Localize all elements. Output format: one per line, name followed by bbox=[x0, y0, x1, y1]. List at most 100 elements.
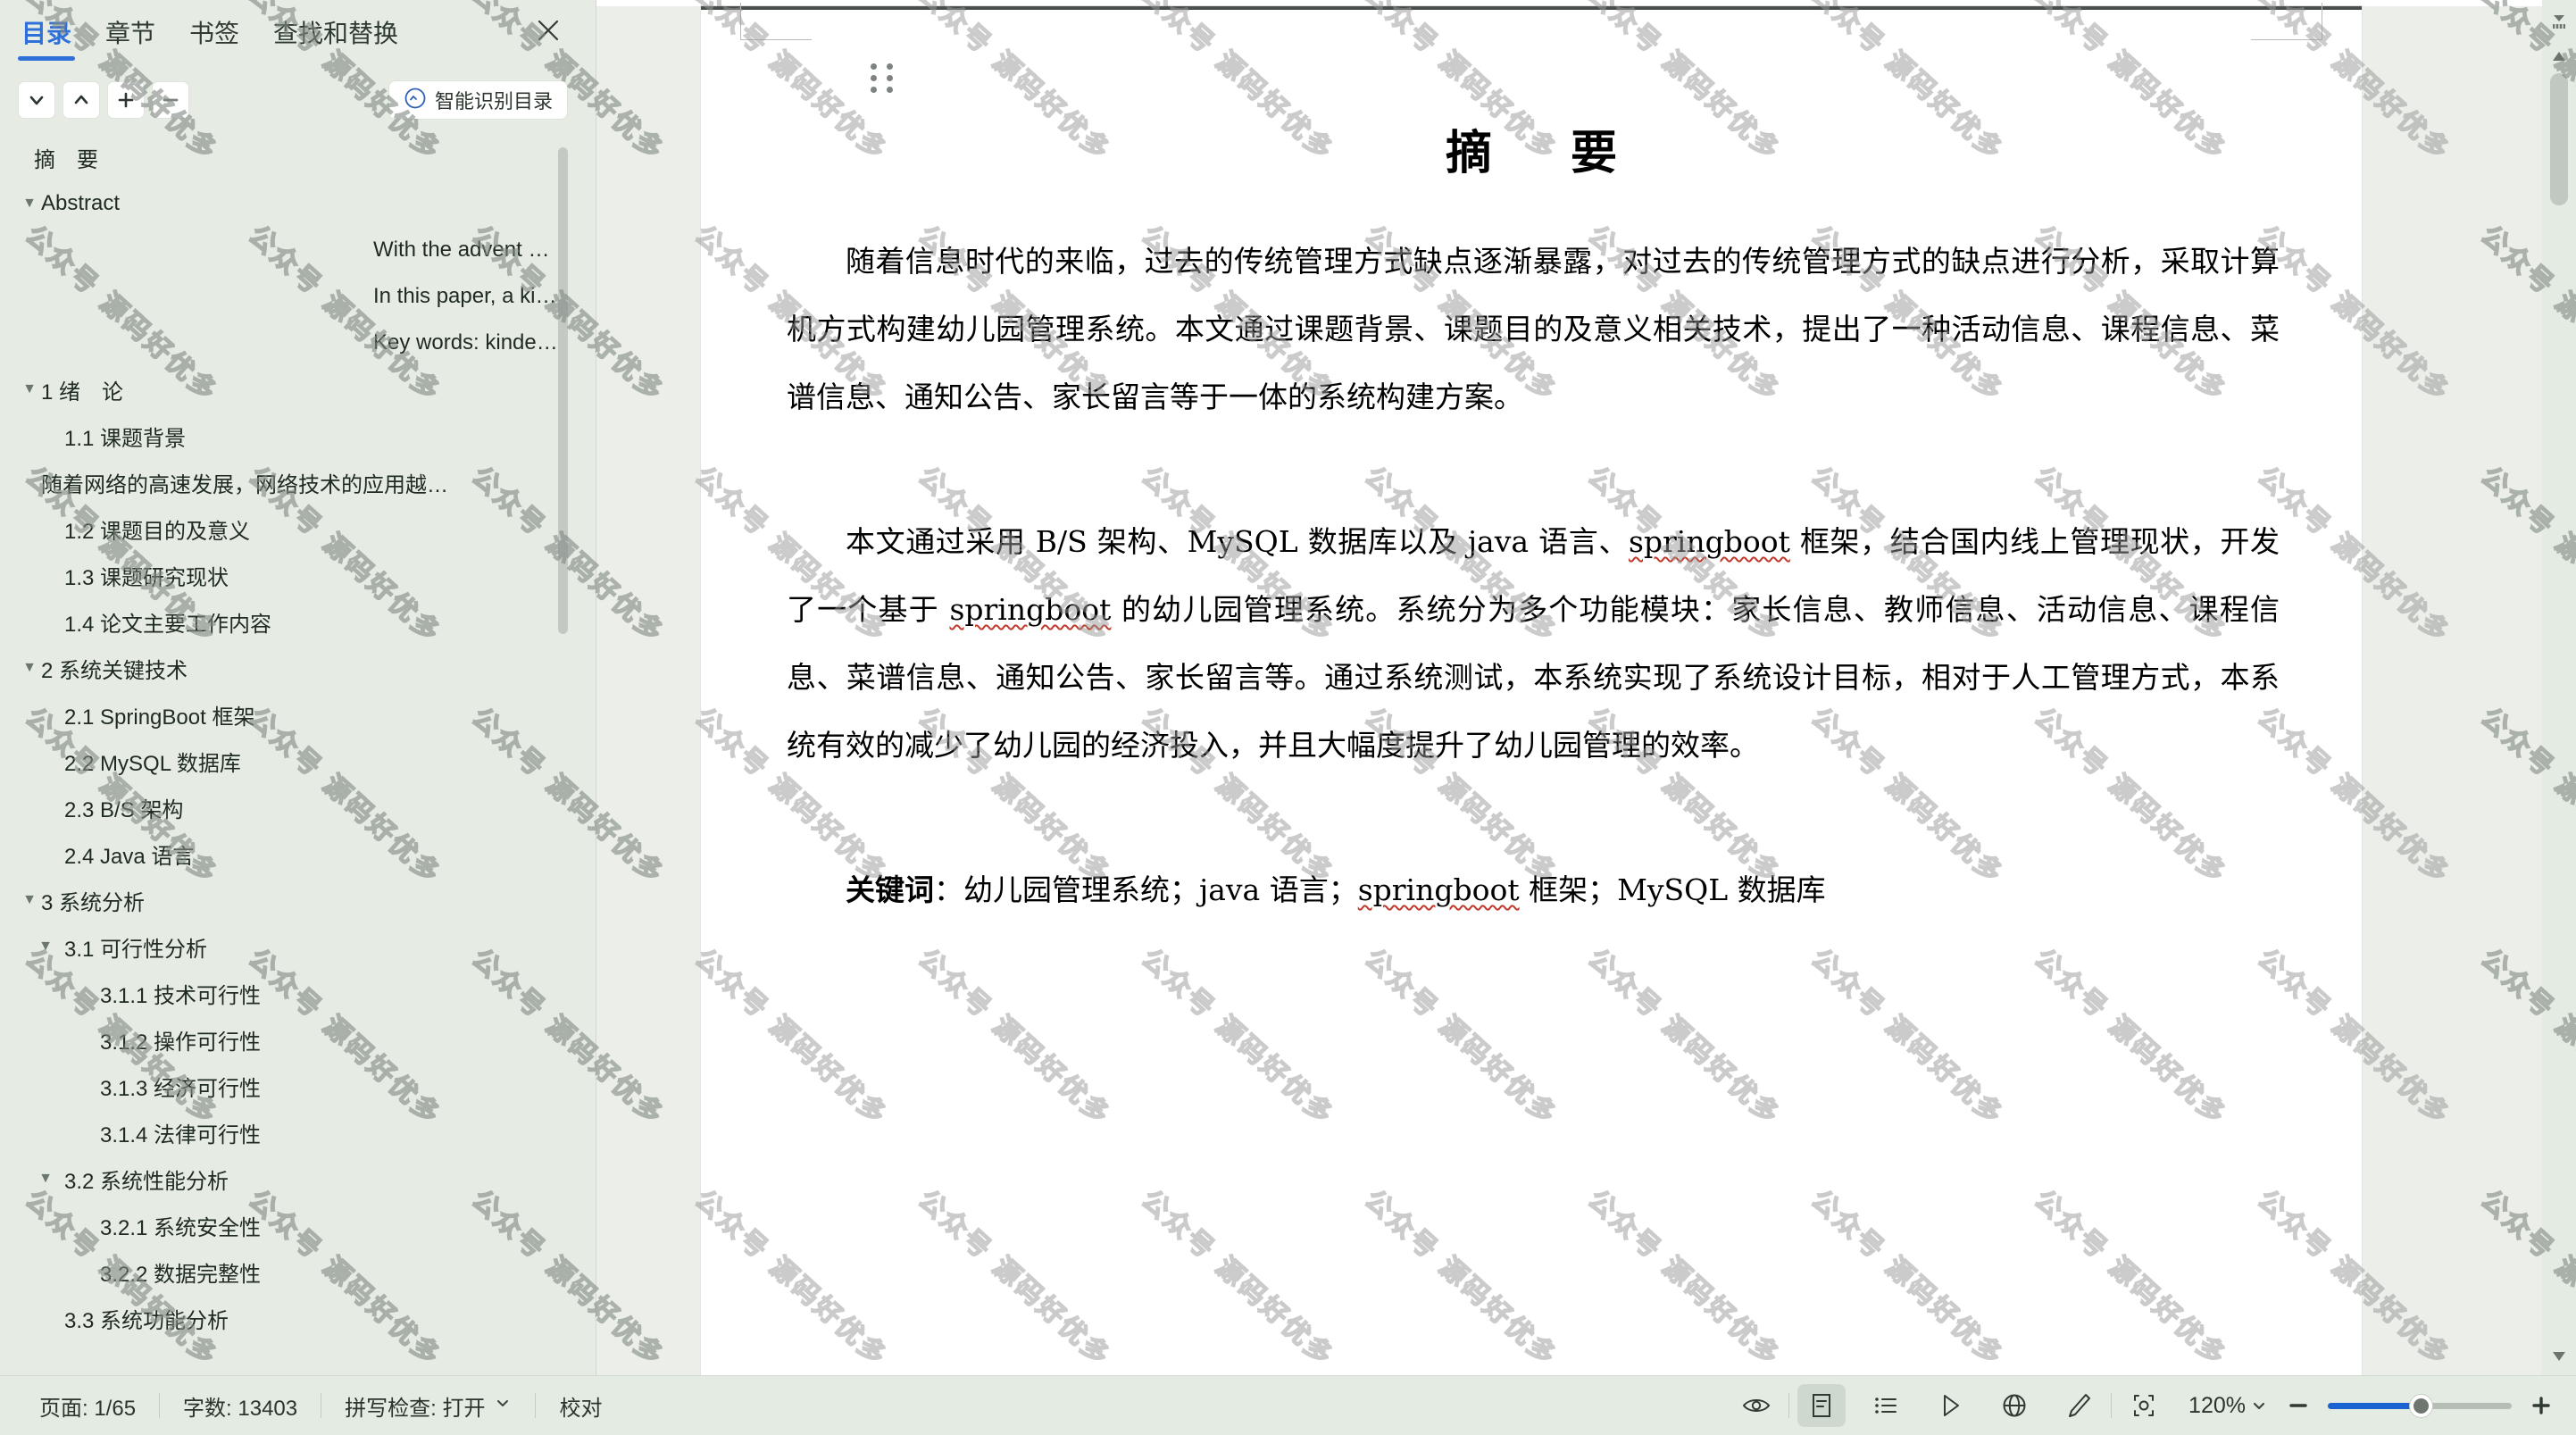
spellcheck-toggle[interactable]: 拼写检查: 打开 bbox=[321, 1390, 535, 1422]
p2-spellcheck-springboot-1[interactable]: springboot bbox=[1629, 524, 1790, 559]
smart-recognize-toc-label: 智能识别目录 bbox=[434, 90, 553, 113]
web-view-icon[interactable] bbox=[1990, 1384, 2038, 1427]
toc-item[interactable]: 随着网络的高速发展，网络技术的应用越… bbox=[0, 459, 596, 505]
toc-item[interactable]: ▼ 2 系统关键技术 bbox=[0, 645, 596, 691]
smart-recognize-toc-button[interactable]: 智能识别目录 bbox=[388, 80, 568, 120]
toc-item-label: 3.2.1 系统安全性 bbox=[100, 1215, 262, 1240]
toc-item[interactable]: 3.1.3 经济可行性 bbox=[0, 1063, 596, 1109]
chevron-down-icon[interactable]: ▼ bbox=[20, 194, 39, 213]
toc-item[interactable]: 1.4 论文主要工作内容 bbox=[0, 598, 596, 645]
toc-item[interactable]: 2.4 Java 语言 bbox=[0, 830, 596, 877]
split-window-icon[interactable] bbox=[2547, 11, 2571, 34]
toc-item[interactable]: In this paper, a kind… bbox=[0, 273, 596, 320]
minus-icon bbox=[161, 90, 180, 110]
toc-item-label: Key words: kinderg… bbox=[373, 330, 561, 355]
document-text-body[interactable]: 摘 要 随着信息时代的来临，过去的传统管理方式缺点逐渐暴露，对过去的传统管理方式… bbox=[701, 6, 2362, 1375]
toc-item[interactable]: 3.1.2 操作可行性 bbox=[0, 1016, 596, 1063]
tab-bookmarks[interactable]: 书签 bbox=[186, 9, 243, 61]
zoom-slider-knob[interactable] bbox=[2410, 1394, 2432, 1417]
toc-item[interactable]: With the advent of … bbox=[0, 227, 596, 273]
toc-item[interactable]: ▼ 3.1 可行性分析 bbox=[0, 923, 596, 970]
presentation-view-icon[interactable] bbox=[1926, 1384, 1974, 1427]
toc-item[interactable]: 3.1.4 法律可行性 bbox=[0, 1109, 596, 1156]
zoom-level-label[interactable]: 120% bbox=[2188, 1393, 2246, 1419]
toc-item[interactable]: 3.2.2 数据完整性 bbox=[0, 1248, 596, 1295]
page-indicator[interactable]: 页面: 1/65 bbox=[16, 1390, 159, 1422]
chevron-down-icon bbox=[494, 1393, 512, 1418]
status-bar-left: 页面: 1/65 字数: 13403 拼写检查: 打开 校对 bbox=[0, 1390, 625, 1422]
zoom-in-button[interactable] bbox=[2524, 1388, 2558, 1423]
scroll-up-icon[interactable] bbox=[2547, 45, 2571, 68]
reduce-level-button[interactable] bbox=[152, 81, 189, 119]
close-icon[interactable] bbox=[530, 13, 566, 48]
toc-item[interactable]: ▼ Abstract bbox=[0, 180, 596, 227]
document-scrollbar-thumb[interactable] bbox=[2550, 73, 2568, 205]
chevron-down-icon[interactable]: ▼ bbox=[20, 890, 39, 910]
toc-item-label: Abstract bbox=[41, 191, 121, 215]
word-count-label: 字数: 13403 bbox=[183, 1396, 298, 1421]
toc-item[interactable]: 1.1 课题背景 bbox=[0, 413, 596, 459]
toc-item-label: 2.3 B/S 架构 bbox=[64, 797, 184, 822]
chevron-down-icon[interactable]: ▼ bbox=[20, 658, 39, 678]
tab-toc[interactable]: 目录 bbox=[18, 9, 76, 61]
expand-level-button[interactable] bbox=[107, 81, 145, 119]
toc-item[interactable]: ▼ 3.2 系统性能分析 bbox=[0, 1156, 596, 1202]
status-separator bbox=[1788, 1393, 1790, 1418]
toc-item-label: In this paper, a kind… bbox=[373, 284, 561, 308]
tab-chapters-label: 章节 bbox=[105, 20, 156, 47]
sidebar-scrollbar-thumb[interactable] bbox=[558, 147, 568, 634]
toc-item[interactable]: ▼ 3 系统分析 bbox=[0, 877, 596, 923]
toc-item[interactable]: 3.2.1 系统安全性 bbox=[0, 1202, 596, 1248]
tab-chapters[interactable]: 章节 bbox=[102, 9, 159, 61]
collapse-up-button[interactable] bbox=[63, 81, 100, 119]
document-page[interactable]: 摘 要 随着信息时代的来临，过去的传统管理方式缺点逐渐暴露，对过去的传统管理方式… bbox=[701, 3, 2362, 1375]
document-title: 摘 要 bbox=[1445, 126, 1633, 180]
scroll-down-icon[interactable] bbox=[2547, 1345, 2571, 1368]
toc-item[interactable]: 2.3 B/S 架构 bbox=[0, 784, 596, 830]
toc-item[interactable]: 摘 要 bbox=[0, 134, 596, 180]
toc-item[interactable]: ▼ 1 绪 论 bbox=[0, 366, 596, 413]
eye-icon[interactable] bbox=[1732, 1384, 1780, 1427]
document-scrollbar[interactable] bbox=[2542, 0, 2576, 1375]
toc-item[interactable]: 1.2 课题目的及意义 bbox=[0, 505, 596, 552]
toc-item-label: 1.3 课题研究现状 bbox=[64, 565, 229, 590]
keywords-label: 关键词 bbox=[846, 872, 934, 907]
document-canvas[interactable]: 摘 要 随着信息时代的来临，过去的传统管理方式缺点逐渐暴露，对过去的传统管理方式… bbox=[596, 0, 2576, 1375]
fit-screen-icon[interactable] bbox=[2120, 1384, 2168, 1427]
toc-item-label: 1.1 课题背景 bbox=[64, 426, 187, 451]
zoom-slider[interactable] bbox=[2328, 1394, 2512, 1417]
pen-edit-icon[interactable] bbox=[2055, 1384, 2103, 1427]
chevron-down-icon[interactable]: ▼ bbox=[36, 1169, 55, 1189]
proofread-button[interactable]: 校对 bbox=[536, 1390, 625, 1422]
chevron-up-icon bbox=[71, 90, 91, 110]
toc-item[interactable]: Key words: kinderg… bbox=[0, 320, 596, 366]
tab-find-replace[interactable]: 查找和替换 bbox=[270, 9, 402, 61]
toc-item[interactable]: 1.3 课题研究现状 bbox=[0, 552, 596, 598]
chevron-down-icon[interactable]: ▼ bbox=[20, 380, 39, 399]
toc-item[interactable]: 3.1.1 技术可行性 bbox=[0, 970, 596, 1016]
navigation-sidebar: 目录 章节 书签 查找和替换 智能识别目录 摘 要 ▼ Abstract Wit… bbox=[0, 0, 596, 1375]
toc-item[interactable]: 2.2 MySQL 数据库 bbox=[0, 738, 596, 784]
p2-part-a: 本文通过采用 B/S 架构、MySQL 数据库以及 java 语言、 bbox=[846, 524, 1629, 559]
chevron-down-icon[interactable]: ▼ bbox=[36, 937, 55, 956]
toc-item[interactable]: 2.1 SpringBoot 框架 bbox=[0, 691, 596, 738]
toc-item-label: 摘 要 bbox=[34, 147, 98, 172]
toc-item-label: 1.2 课题目的及意义 bbox=[64, 519, 251, 544]
toc-item-label: 2.2 MySQL 数据库 bbox=[64, 751, 241, 776]
tab-toc-label: 目录 bbox=[21, 20, 72, 47]
toc-item-label: 3.1.3 经济可行性 bbox=[100, 1076, 262, 1101]
smart-recognize-icon bbox=[404, 87, 427, 114]
collapse-down-button[interactable] bbox=[18, 81, 55, 119]
toc-list[interactable]: 摘 要 ▼ Abstract With the advent of … In this … bbox=[0, 134, 596, 1375]
zoom-dropdown-chevron-icon[interactable] bbox=[2249, 1396, 2269, 1415]
outline-view-icon[interactable] bbox=[1862, 1384, 1910, 1427]
zoom-out-button[interactable] bbox=[2281, 1388, 2315, 1423]
page-layout-view-icon[interactable] bbox=[1797, 1384, 1847, 1427]
keywords-spellcheck-springboot[interactable]: springboot bbox=[1358, 872, 1520, 907]
toc-item-label: 3.1.1 技术可行性 bbox=[100, 983, 262, 1008]
toc-item[interactable]: 3.3 系统功能分析 bbox=[0, 1295, 596, 1341]
word-count[interactable]: 字数: 13403 bbox=[160, 1390, 321, 1422]
tab-bookmarks-label: 书签 bbox=[189, 20, 240, 47]
toc-item-label: 2.4 Java 语言 bbox=[64, 844, 195, 869]
p2-spellcheck-springboot-2[interactable]: springboot bbox=[949, 592, 1111, 627]
